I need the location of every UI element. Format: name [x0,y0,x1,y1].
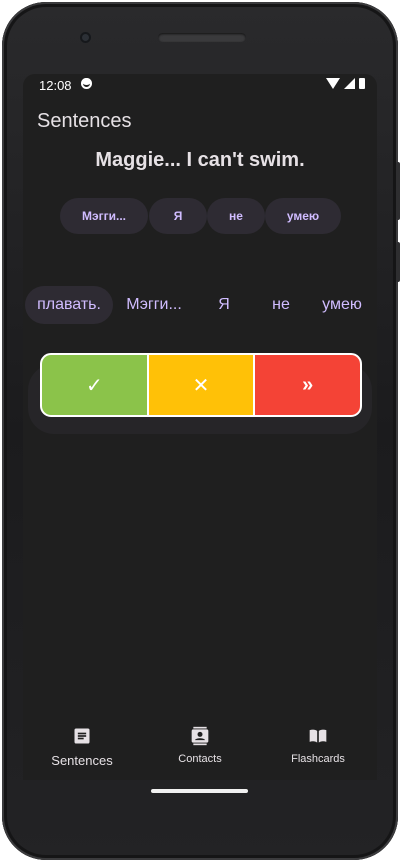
nav-item-flashcards[interactable]: Flashcards [263,726,373,765]
nav-label: Sentences [51,753,113,768]
selected-word-chip[interactable]: Мэгги... [60,198,148,234]
selected-word-chip[interactable]: Я [149,198,207,234]
bottom-navigation: Sentences Contacts Flashcards [23,714,377,780]
screen: 12:08 Sentences Maggie... I can't swim. … [23,74,377,780]
nav-label: Flashcards [291,753,345,765]
app-title: Sentences [37,110,132,132]
nav-item-sentences[interactable]: Sentences [27,726,137,768]
wifi-icon [326,78,340,89]
status-indicators [326,78,365,89]
nav-item-contacts[interactable]: Contacts [145,726,255,765]
phone-frame: 12:08 Sentences Maggie... I can't swim. … [2,2,400,860]
selected-word-chip[interactable]: умею [265,198,341,234]
word-option[interactable]: Я [201,286,247,324]
word-option[interactable]: не [258,286,304,324]
selected-word-chip[interactable]: не [207,198,265,234]
close-icon: ✕ [192,374,210,397]
skip-icon: » [302,373,314,396]
check-icon: ✓ [85,374,103,397]
contact-card-icon [191,726,209,746]
word-option[interactable]: плавать. [25,286,113,324]
wrong-button[interactable]: ✕ [148,355,254,415]
status-time: 12:08 [39,78,72,93]
signal-icon [344,78,355,89]
earpiece-speaker [158,33,246,42]
book-icon [309,729,327,743]
nav-label: Contacts [178,753,222,765]
answer-buttons: ✓ ✕ » [40,353,362,417]
volume-button [396,162,400,220]
article-icon [74,728,90,744]
home-indicator[interactable] [151,789,248,793]
word-option[interactable]: Мэгги... [118,286,190,324]
battery-icon [359,78,365,89]
status-bar: 12:08 [23,74,377,98]
english-sentence: Maggie... I can't swim. [95,149,305,171]
power-button [396,242,400,282]
word-option[interactable]: умею [315,286,369,324]
front-camera [80,32,91,43]
word-options: плавать. Мэгги... Я не умею [23,286,377,324]
notification-icon [81,78,92,89]
check-button[interactable]: ✓ [42,355,147,415]
skip-button[interactable]: » [255,355,360,415]
